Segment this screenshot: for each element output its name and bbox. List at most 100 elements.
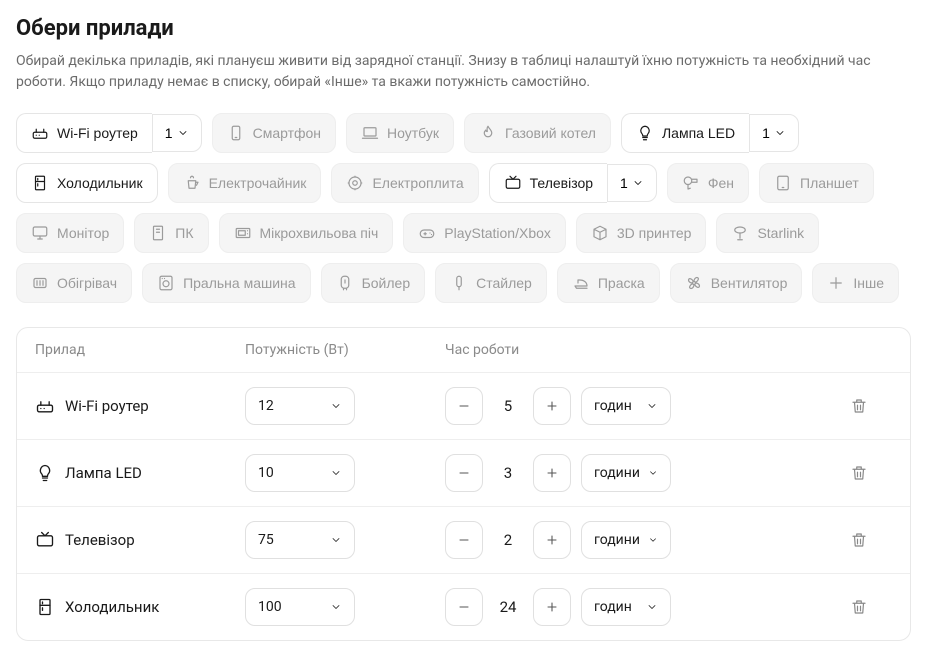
- chip-fan[interactable]: Вентилятор: [670, 263, 803, 303]
- chip-monitor[interactable]: Монітор: [16, 213, 124, 253]
- device-cell: Лампа LED: [35, 463, 245, 483]
- kettle-icon: [183, 174, 201, 192]
- chip-label: Монітор: [57, 225, 109, 241]
- monitor-icon: [31, 224, 49, 242]
- power-select[interactable]: 12: [245, 387, 355, 425]
- washer-icon: [157, 274, 175, 292]
- chip-count-tv[interactable]: 1: [607, 164, 657, 202]
- chevron-down-icon: [646, 400, 658, 412]
- pc-icon: [149, 224, 167, 242]
- time-value: 24: [493, 598, 523, 616]
- chip-iron[interactable]: Праска: [557, 263, 660, 303]
- chip-count-router[interactable]: 1: [152, 114, 202, 152]
- stove-icon: [346, 174, 364, 192]
- flame-icon: [479, 124, 497, 142]
- iron-icon: [572, 274, 590, 292]
- chip-smartphone[interactable]: Смартфон: [212, 113, 336, 153]
- chevron-down-icon: [330, 400, 342, 412]
- unit-label: години: [594, 465, 640, 481]
- unit-label: години: [594, 532, 640, 548]
- delete-button[interactable]: [842, 456, 876, 490]
- boiler-icon: [336, 274, 354, 292]
- decrement-button[interactable]: [445, 521, 483, 559]
- hairdryer-icon: [682, 174, 700, 192]
- chip-label: 3D принтер: [617, 225, 692, 241]
- chip-label: Холодильник: [57, 175, 143, 191]
- decrement-button[interactable]: [445, 454, 483, 492]
- chip-washer[interactable]: Пральна машина: [142, 263, 311, 303]
- device-cell: Wi-Fi роутер: [35, 396, 245, 416]
- chevron-down-icon: [177, 127, 189, 139]
- chip-hairdryer[interactable]: Фен: [667, 163, 749, 203]
- chip-boiler[interactable]: Бойлер: [321, 263, 426, 303]
- chip-label: Електрочайник: [209, 175, 307, 191]
- chip-heater[interactable]: Обігрівач: [16, 263, 132, 303]
- tablet-icon: [774, 174, 792, 192]
- chip-printer3d[interactable]: 3D принтер: [576, 213, 707, 253]
- unit-select[interactable]: години: [581, 521, 671, 559]
- chip-tablet[interactable]: Планшет: [759, 163, 874, 203]
- delete-button[interactable]: [842, 523, 876, 557]
- table-row: Wi-Fi роутер 12 5 годин: [17, 372, 910, 439]
- power-select[interactable]: 75: [245, 521, 355, 559]
- chip-label: Вентилятор: [711, 275, 788, 291]
- chip-router[interactable]: Wi-Fi роутер: [16, 113, 152, 153]
- unit-select[interactable]: годин: [581, 588, 671, 626]
- chevron-down-icon: [330, 467, 342, 479]
- router-icon: [35, 396, 55, 416]
- bulb-icon: [636, 124, 654, 142]
- chip-bulb[interactable]: Лампа LED: [621, 113, 749, 153]
- chip-flame[interactable]: Газовий котел: [464, 113, 611, 153]
- chevron-down-icon: [646, 601, 658, 613]
- chip-pc[interactable]: ПК: [134, 213, 208, 253]
- unit-select[interactable]: години: [581, 454, 671, 492]
- chip-tv[interactable]: Телевізор: [489, 163, 607, 203]
- fan-icon: [685, 274, 703, 292]
- increment-button[interactable]: [533, 454, 571, 492]
- chip-label: Фен: [708, 175, 734, 191]
- power-select[interactable]: 100: [245, 588, 355, 626]
- chip-gamepad[interactable]: PlayStation/Xbox: [403, 213, 566, 253]
- chip-styler[interactable]: Стайлер: [435, 263, 547, 303]
- col-device: Прилад: [35, 342, 245, 358]
- power-value: 75: [258, 532, 274, 548]
- chip-starlink[interactable]: Starlink: [716, 213, 819, 253]
- time-cell: 5 годин: [445, 387, 842, 425]
- chevron-down-icon: [330, 601, 342, 613]
- router-icon: [31, 124, 49, 142]
- chevron-down-icon: [774, 127, 786, 139]
- power-select[interactable]: 10: [245, 454, 355, 492]
- power-value: 100: [258, 599, 282, 615]
- chip-laptop[interactable]: Ноутбук: [346, 113, 454, 153]
- page-subtitle: Обирай декілька приладів, які плануєш жи…: [16, 51, 911, 93]
- tv-icon: [504, 174, 522, 192]
- chip-fridge[interactable]: Холодильник: [16, 163, 158, 203]
- time-cell: 2 години: [445, 521, 842, 559]
- increment-button[interactable]: [533, 387, 571, 425]
- chip-stove[interactable]: Електроплита: [331, 163, 478, 203]
- chip-label: Праска: [598, 275, 645, 291]
- fridge-icon: [31, 174, 49, 192]
- delete-button[interactable]: [842, 389, 876, 423]
- chip-microwave[interactable]: Мікрохвильова піч: [219, 213, 394, 253]
- chip-label: Планшет: [800, 175, 859, 191]
- increment-button[interactable]: [533, 521, 571, 559]
- decrement-button[interactable]: [445, 588, 483, 626]
- table-row: Лампа LED 10 3 години: [17, 439, 910, 506]
- chip-count-bulb[interactable]: 1: [749, 114, 799, 152]
- delete-button[interactable]: [842, 590, 876, 624]
- unit-select[interactable]: годин: [581, 387, 671, 425]
- chip-plus[interactable]: Інше: [812, 263, 899, 303]
- chip-label: Стайлер: [476, 275, 532, 291]
- chip-label: PlayStation/Xbox: [444, 225, 551, 241]
- decrement-button[interactable]: [445, 387, 483, 425]
- chip-kettle[interactable]: Електрочайник: [168, 163, 322, 203]
- increment-button[interactable]: [533, 588, 571, 626]
- chip-label: Бойлер: [362, 275, 411, 291]
- col-time: Час роботи: [445, 342, 842, 358]
- tv-icon: [35, 530, 55, 550]
- time-value: 3: [493, 464, 523, 482]
- device-cell: Холодильник: [35, 597, 245, 617]
- chevron-down-icon: [330, 534, 342, 546]
- chevron-down-icon: [632, 177, 644, 189]
